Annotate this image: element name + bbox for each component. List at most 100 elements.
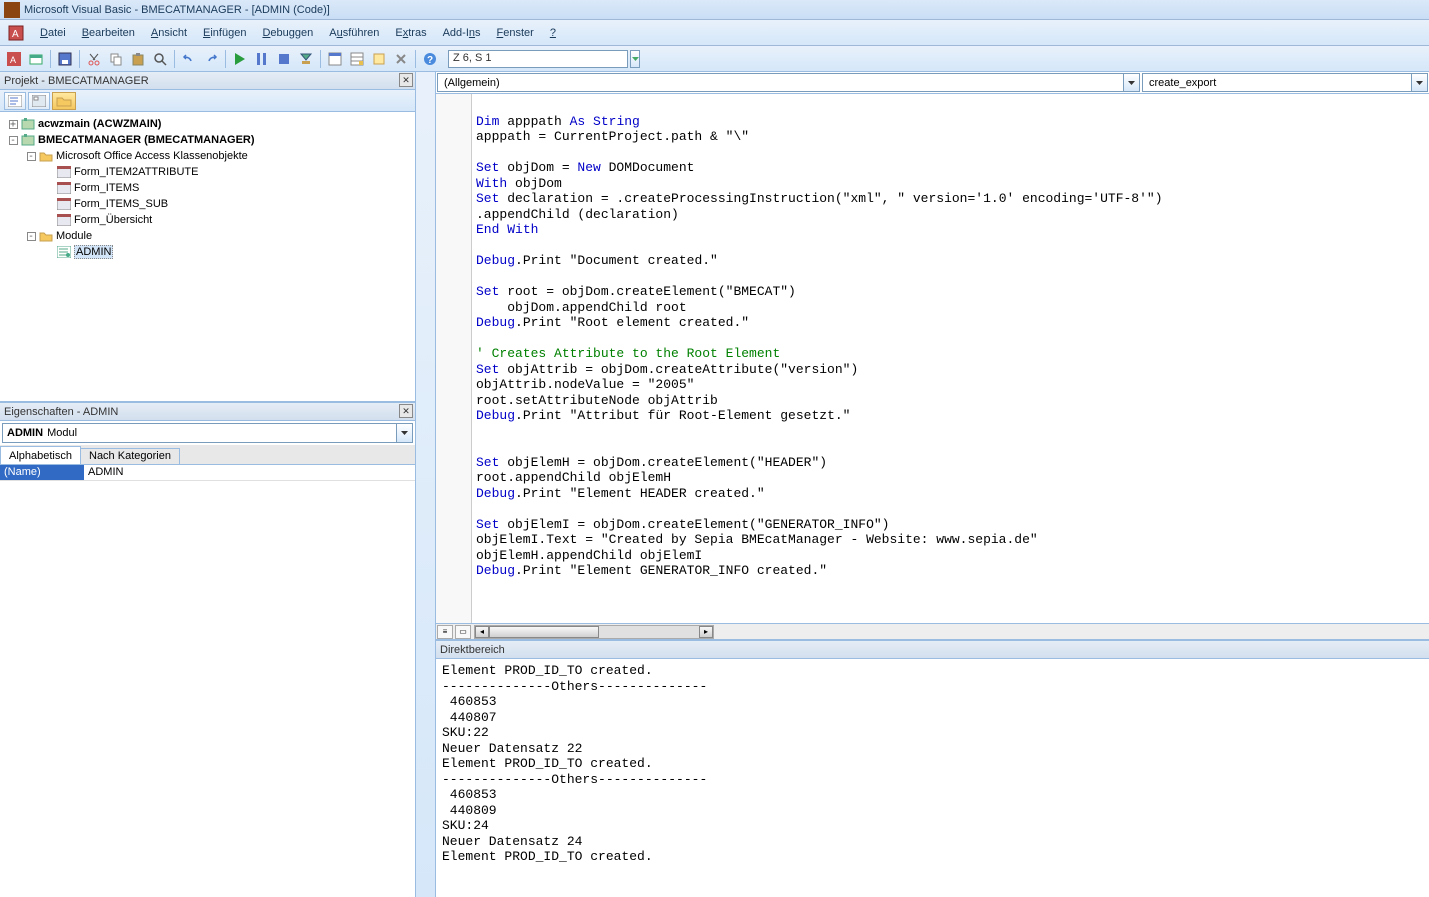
- main-toolbar: A ? Z 6, S 1: [0, 46, 1429, 72]
- svg-text:?: ?: [427, 55, 433, 66]
- procedure-combo-value: create_export: [1149, 77, 1216, 89]
- properties-button[interactable]: [347, 49, 367, 69]
- properties-object-selector[interactable]: ADMIN Modul: [2, 423, 413, 443]
- toolbox-button[interactable]: [391, 49, 411, 69]
- folder-icon: [38, 148, 54, 164]
- tree-node[interactable]: - Microsoft Office Access Klassenobjekte: [2, 148, 413, 164]
- project-panel-close[interactable]: ✕: [399, 73, 413, 87]
- toggle-folders-button[interactable]: [52, 92, 76, 110]
- immediate-header: Direktbereich: [436, 641, 1429, 659]
- pause-button[interactable]: [252, 49, 272, 69]
- project-tree[interactable]: +acwzmain (ACWZMAIN)-BMECATMANAGER (BMEC…: [0, 112, 415, 402]
- menu-einfuegen[interactable]: Einfügen: [195, 23, 254, 43]
- splitter-gutter[interactable]: [416, 72, 436, 897]
- immediate-window: Direktbereich Element PROD_ID_TO created…: [436, 639, 1429, 897]
- menu-help[interactable]: ?: [542, 23, 564, 43]
- properties-grid: (Name) ADMIN: [0, 465, 415, 897]
- position-dropdown[interactable]: [630, 50, 640, 68]
- dropdown-icon[interactable]: [396, 424, 412, 442]
- project-panel-toolbar: [0, 90, 415, 112]
- code-text[interactable]: Dim apppath As String apppath = CurrentP…: [472, 94, 1429, 623]
- tree-node[interactable]: Form_ITEMS_SUB: [2, 196, 413, 212]
- scroll-right-icon[interactable]: ▸: [699, 626, 713, 638]
- object-browser-button[interactable]: [369, 49, 389, 69]
- project-panel-header: Projekt - BMECATMANAGER ✕: [0, 72, 415, 90]
- view-object-button[interactable]: [28, 92, 50, 110]
- tree-node[interactable]: - BMECATMANAGER (BMECATMANAGER): [2, 132, 413, 148]
- tree-node[interactable]: - Module: [2, 228, 413, 244]
- properties-panel-header: Eigenschaften - ADMIN ✕: [0, 403, 415, 421]
- menu-debuggen[interactable]: Debuggen: [254, 23, 321, 43]
- menu-datei[interactable]: Datei: [32, 23, 74, 43]
- run-button[interactable]: [230, 49, 250, 69]
- code-selector-row: (Allgemein) create_export: [436, 72, 1429, 94]
- tree-expander[interactable]: -: [24, 151, 38, 162]
- tree-label: BMECATMANAGER (BMECATMANAGER): [38, 134, 255, 146]
- menu-extras[interactable]: Extras: [387, 23, 434, 43]
- object-combo-value: (Allgemein): [444, 77, 500, 89]
- tree-node[interactable]: Form_ITEM2ATTRIBUTE: [2, 164, 413, 180]
- properties-panel-title: Eigenschaften - ADMIN: [4, 406, 118, 418]
- module-icon: [56, 244, 72, 260]
- svg-text:A: A: [10, 55, 16, 65]
- form-icon: [56, 196, 72, 212]
- procedure-combo[interactable]: create_export: [1142, 73, 1428, 92]
- tree-expander[interactable]: +: [6, 119, 20, 130]
- code-bottom-bar: ≡ ▭ ◂ ▸: [436, 623, 1429, 639]
- property-row[interactable]: (Name) ADMIN: [0, 465, 415, 481]
- tree-node[interactable]: +acwzmain (ACWZMAIN): [2, 116, 413, 132]
- tree-node[interactable]: Form_Übersicht: [2, 212, 413, 228]
- tree-node[interactable]: ADMIN: [2, 244, 413, 260]
- access-icon: A: [6, 23, 26, 43]
- horizontal-scrollbar[interactable]: ◂ ▸: [474, 625, 714, 639]
- vbproj-icon: [20, 132, 36, 148]
- code-editor[interactable]: Dim apppath As String apppath = CurrentP…: [436, 94, 1429, 623]
- project-panel-title: Projekt - BMECATMANAGER: [4, 75, 149, 87]
- menu-ausfuehren[interactable]: Ausführen: [321, 23, 387, 43]
- menu-ansicht[interactable]: Ansicht: [143, 23, 195, 43]
- stop-button[interactable]: [274, 49, 294, 69]
- dropdown-icon[interactable]: [1123, 74, 1139, 91]
- vbproj-icon: [20, 116, 36, 132]
- scroll-left-icon[interactable]: ◂: [475, 626, 489, 638]
- tree-label: Module: [56, 230, 92, 242]
- undo-button[interactable]: [179, 49, 199, 69]
- procedure-view-button[interactable]: ≡: [437, 625, 453, 639]
- paste-button[interactable]: [128, 49, 148, 69]
- tree-node[interactable]: Form_ITEMS: [2, 180, 413, 196]
- object-combo[interactable]: (Allgemein): [437, 73, 1140, 92]
- svg-text:A: A: [12, 29, 19, 40]
- tab-nach-kategorien[interactable]: Nach Kategorien: [80, 448, 180, 464]
- tree-label: Form_ITEMS_SUB: [74, 198, 168, 210]
- full-module-view-button[interactable]: ▭: [455, 625, 471, 639]
- cut-button[interactable]: [84, 49, 104, 69]
- properties-panel-close[interactable]: ✕: [399, 404, 413, 418]
- tab-alphabetisch[interactable]: Alphabetisch: [0, 446, 81, 464]
- design-mode-button[interactable]: [296, 49, 316, 69]
- menu-bar: A Datei Bearbeiten Ansicht Einfügen Debu…: [0, 20, 1429, 46]
- menu-fenster[interactable]: Fenster: [489, 23, 542, 43]
- property-name: (Name): [0, 465, 84, 480]
- save-button[interactable]: [55, 49, 75, 69]
- form-icon: [56, 164, 72, 180]
- tree-expander[interactable]: -: [6, 135, 20, 146]
- dropdown-icon[interactable]: [1411, 74, 1427, 91]
- project-explorer-button[interactable]: [325, 49, 345, 69]
- help-button[interactable]: ?: [420, 49, 440, 69]
- property-value[interactable]: ADMIN: [84, 465, 415, 480]
- tree-label: Form_Übersicht: [74, 214, 152, 226]
- view-access-button[interactable]: A: [4, 49, 24, 69]
- tree-label: Microsoft Office Access Klassenobjekte: [56, 150, 248, 162]
- tree-expander[interactable]: -: [24, 231, 38, 242]
- find-button[interactable]: [150, 49, 170, 69]
- redo-button[interactable]: [201, 49, 221, 69]
- view-code-button[interactable]: [4, 92, 26, 110]
- tree-label: ADMIN: [74, 245, 113, 259]
- menu-addins[interactable]: Add-Ins: [435, 23, 489, 43]
- menu-bearbeiten[interactable]: Bearbeiten: [74, 23, 143, 43]
- scroll-thumb[interactable]: [489, 626, 599, 638]
- form-icon: [56, 212, 72, 228]
- immediate-text[interactable]: Element PROD_ID_TO created. ------------…: [436, 659, 1429, 897]
- insert-module-button[interactable]: [26, 49, 46, 69]
- copy-button[interactable]: [106, 49, 126, 69]
